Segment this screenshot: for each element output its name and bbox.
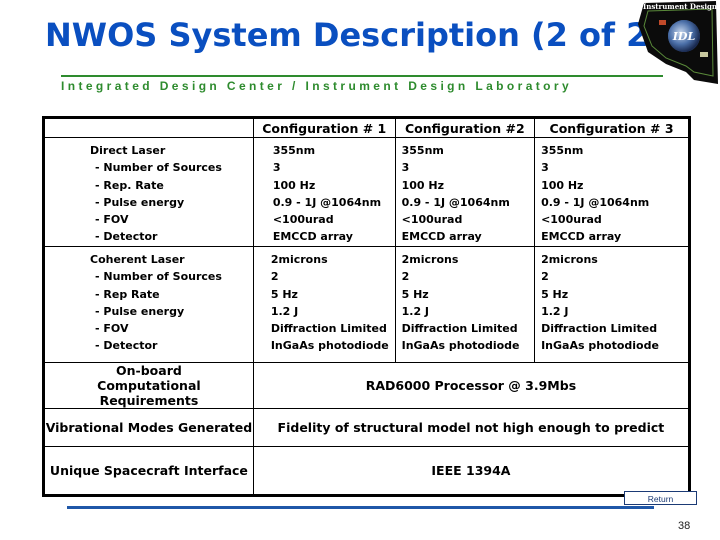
- cell-value: 100 Hz: [272, 178, 316, 192]
- row-label: - Number of Sources: [95, 270, 222, 284]
- cell-value: <100urad: [272, 213, 334, 227]
- return-button[interactable]: Return: [624, 491, 697, 505]
- header-configuration-3: Configuration # 3: [534, 117, 690, 138]
- cell-value: 5 Hz: [541, 287, 569, 301]
- row-label: - Pulse energy: [95, 304, 185, 318]
- header-divider: [61, 75, 663, 77]
- cell-value: Diffraction Limited: [270, 322, 387, 336]
- table-row-direct-laser: Direct Laser - Number of Sources - Rep. …: [43, 137, 690, 247]
- row-label: - Detector: [95, 339, 158, 353]
- table-header-row: Configuration # 1 Configuration #2 Confi…: [43, 117, 690, 138]
- direct-laser-config-3: 355nm 3 100 Hz 0.9 - 1J @1064nm <100urad…: [534, 137, 690, 247]
- cell-value: EMCCD array: [401, 230, 482, 244]
- cell-value: 3: [541, 161, 549, 175]
- direct-laser-config-2: 355nm 3 100 Hz 0.9 - 1J @1064nm <100urad…: [394, 137, 536, 247]
- coherent-laser-config-3: 2microns 2 5 Hz 1.2 J Diffraction Limite…: [534, 246, 690, 363]
- idl-logo-icon: Instrument Design IDL: [638, 1, 718, 84]
- cell-value: 355nm: [401, 144, 444, 157]
- cell-value: EMCCD array: [272, 230, 353, 244]
- direct-laser-config-1: 355nm 3 100 Hz 0.9 - 1J @1064nm <100urad…: [252, 137, 396, 247]
- cell-value: 2microns: [541, 253, 598, 266]
- row-label: - Rep. Rate: [95, 178, 164, 192]
- cell-value: 100 Hz: [541, 178, 584, 192]
- page-number: 38: [678, 520, 691, 532]
- cell-value: 100 Hz: [401, 178, 445, 192]
- page-subtitle: Integrated Design Center / Instrument De…: [61, 79, 573, 93]
- header-empty-cell: [43, 117, 254, 138]
- svg-text:Instrument Design: Instrument Design: [643, 2, 717, 11]
- cell-value: 1.2 J: [541, 304, 569, 318]
- page-title: NWOS System Description (2 of 2): [45, 16, 663, 54]
- cell-value: <100urad: [541, 213, 602, 227]
- header-configuration-1: Configuration # 1: [252, 117, 396, 138]
- footer-divider: [67, 506, 654, 509]
- row-label: Coherent Laser: [90, 253, 185, 266]
- cell-value: 2microns: [401, 253, 459, 266]
- table-row-vibrational-modes: Vibrational Modes Generated Fidelity of …: [43, 408, 691, 447]
- cell-value: 2: [541, 270, 549, 284]
- coherent-laser-labels: Coherent Laser - Number of Sources - Rep…: [43, 246, 254, 363]
- cell-value: InGaAs photodiode: [270, 339, 389, 353]
- cell-value: 3: [272, 161, 281, 175]
- row-label: Direct Laser: [90, 144, 166, 157]
- row-label: Unique Spacecraft Interface: [43, 446, 254, 496]
- cell-value: 3: [401, 161, 410, 175]
- cell-value: 355nm: [272, 144, 316, 157]
- row-label: Vibrational Modes Generated: [43, 408, 254, 447]
- cell-value: <100urad: [401, 213, 463, 227]
- table-row-coherent-laser: Coherent Laser - Number of Sources - Rep…: [43, 246, 690, 363]
- header-configuration-2: Configuration #2: [394, 117, 536, 138]
- table-row-spacecraft-interface: Unique Spacecraft Interface IEEE 1394A: [43, 446, 691, 496]
- cell-value: Diffraction Limited: [401, 322, 518, 336]
- coherent-laser-config-2: 2microns 2 5 Hz 1.2 J Diffraction Limite…: [394, 246, 536, 363]
- cell-value: IEEE 1394A: [252, 446, 691, 496]
- row-label: On-board Computational Requirements: [43, 362, 254, 409]
- direct-laser-labels: Direct Laser - Number of Sources - Rep. …: [43, 137, 254, 247]
- row-label: - Number of Sources: [95, 161, 222, 175]
- cell-value: 0.9 - 1J @1064nm: [541, 195, 650, 209]
- system-description-table: Configuration # 1 Configuration #2 Confi…: [42, 116, 691, 497]
- svg-text:IDL: IDL: [672, 30, 696, 43]
- cell-value: 2microns: [270, 253, 328, 266]
- row-label: - Detector: [95, 230, 158, 244]
- row-label: - FOV: [95, 213, 129, 227]
- row-label: - Rep Rate: [95, 287, 160, 301]
- row-label: - FOV: [95, 322, 129, 336]
- cell-value: 2: [270, 270, 279, 284]
- cell-value: Fidelity of structural model not high en…: [252, 408, 691, 447]
- cell-value: EMCCD array: [541, 230, 622, 244]
- cell-value: Diffraction Limited: [541, 322, 658, 336]
- cell-value: RAD6000 Processor @ 3.9Mbs: [252, 362, 691, 409]
- cell-value: 2: [401, 270, 410, 284]
- cell-value: 1.2 J: [270, 304, 299, 318]
- coherent-laser-config-1: 2microns 2 5 Hz 1.2 J Diffraction Limite…: [252, 246, 396, 363]
- cell-value: InGaAs photodiode: [541, 339, 659, 353]
- cell-value: 355nm: [541, 144, 584, 157]
- cell-value: 1.2 J: [401, 304, 430, 318]
- table-row-onboard-computational: On-board Computational Requirements RAD6…: [43, 362, 691, 409]
- cell-value: 5 Hz: [270, 287, 298, 301]
- row-label: - Pulse energy: [95, 195, 185, 209]
- cell-value: 0.9 - 1J @1064nm: [272, 195, 382, 209]
- cell-value: 0.9 - 1J @1064nm: [401, 195, 510, 209]
- cell-value: 5 Hz: [401, 287, 429, 301]
- cell-value: InGaAs photodiode: [401, 339, 520, 353]
